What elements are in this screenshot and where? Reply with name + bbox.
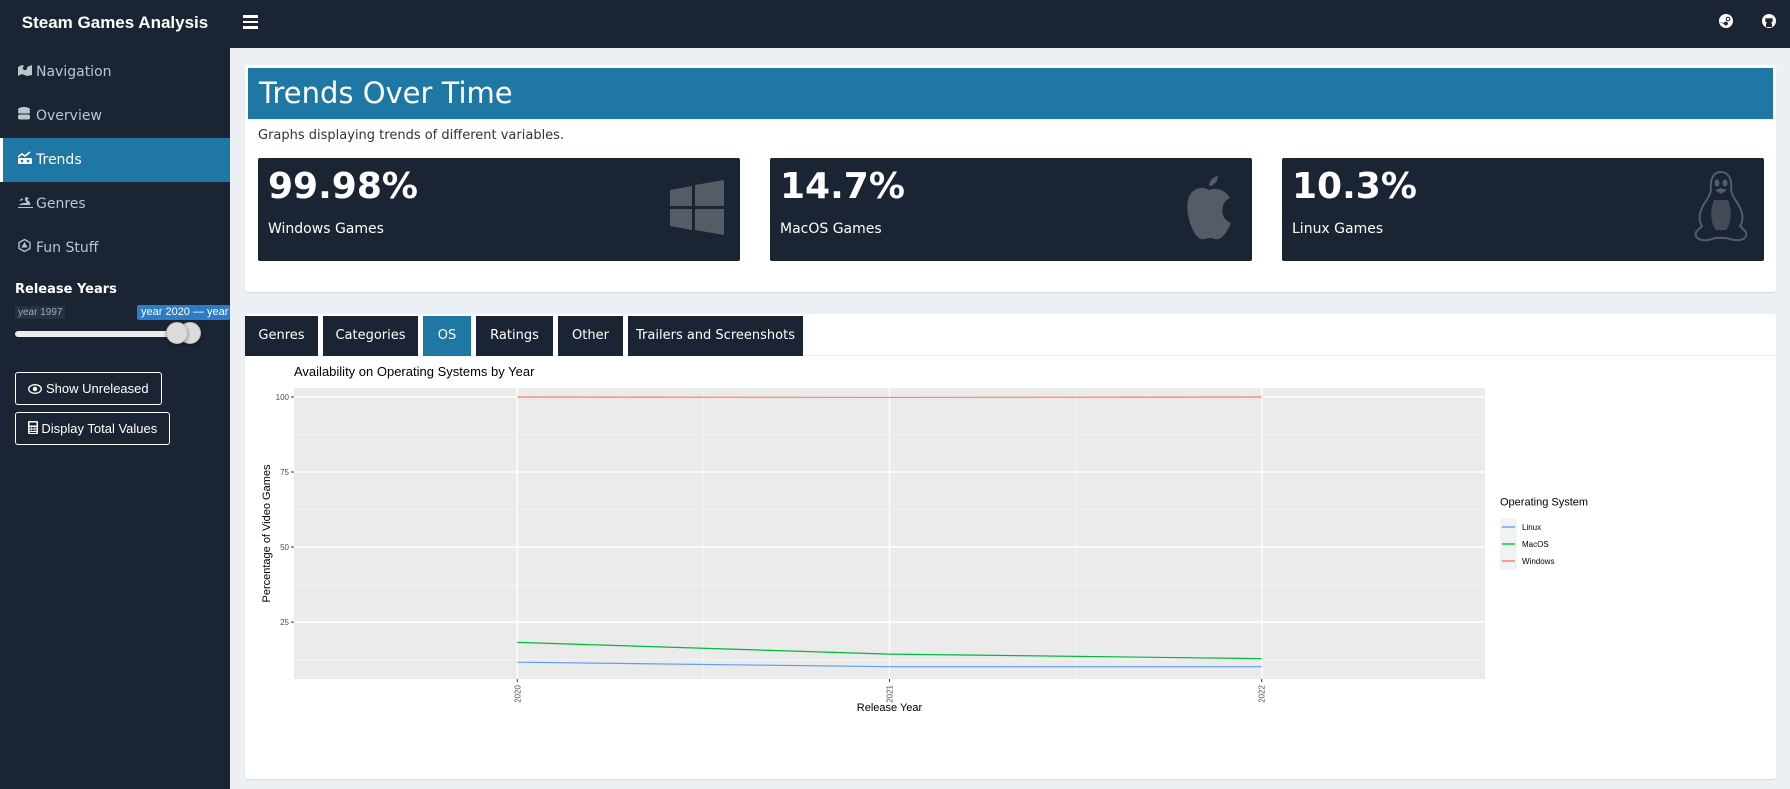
eye-icon — [28, 384, 43, 394]
sidebar-item-label: Overview — [36, 108, 102, 124]
tab-other[interactable]: Other — [558, 316, 623, 356]
x-tick-label: 2021 — [886, 684, 895, 702]
slider-handle-from[interactable] — [166, 322, 188, 344]
slider-min-label: year 1997 — [15, 306, 66, 319]
value-box-value: 14.7% — [780, 166, 905, 207]
sidebar-item-label: Fun Stuff — [36, 240, 99, 256]
sidebar-item-label: Genres — [36, 196, 86, 212]
show-unreleased-button[interactable]: Show Unreleased — [15, 372, 162, 405]
value-box-label: Linux Games — [1292, 221, 1384, 237]
legend-label: MacOS — [1522, 540, 1549, 549]
value-box-value: 99.98% — [268, 166, 418, 207]
value-box-windows: 99.98% Windows Games — [258, 158, 740, 261]
y-axis-ticks: 25 50 75 100 — [276, 393, 294, 627]
legend-label: Linux — [1522, 523, 1541, 532]
y-tick-label: 100 — [276, 393, 290, 402]
sidebar-item-genres[interactable]: Genres — [0, 182, 230, 226]
os-availability-chart: Availability on Operating Systems by Yea… — [261, 364, 1588, 714]
value-box-value: 10.3% — [1292, 166, 1417, 207]
x-tick-label: 2020 — [513, 684, 522, 702]
chart-area-icon — [17, 138, 33, 182]
app-title: Steam Games Analysis — [21, 13, 209, 32]
sidebar-item-label: Navigation — [36, 64, 112, 80]
chart-title: Availability on Operating Systems by Yea… — [294, 364, 535, 379]
x-axis-ticks: 2020 2021 2022 — [513, 679, 1267, 703]
legend-label: Windows — [1522, 557, 1554, 566]
display-total-values-button[interactable]: Display Total Values — [15, 412, 170, 445]
sidebar-menu: Navigation Overview Trends Genres Fun St… — [0, 50, 230, 270]
y-tick-label: 25 — [280, 618, 289, 627]
release-years-label: Release Years — [15, 282, 117, 297]
sidebar-toggle-button[interactable] — [243, 15, 258, 29]
sidebar-item-overview[interactable]: Overview — [0, 94, 230, 138]
sidebar: Navigation Overview Trends Genres Fun St… — [0, 48, 230, 789]
y-tick-label: 75 — [280, 468, 289, 477]
sidebar-item-fun-stuff[interactable]: Fun Stuff — [0, 226, 230, 270]
sidebar-item-trends[interactable]: Trends — [0, 138, 230, 182]
tab-trailers-and-screenshots[interactable]: Trailers and Screenshots — [628, 316, 803, 356]
trends-box: Trends Over Time Graphs displaying trend… — [245, 65, 1776, 292]
steam-icon[interactable] — [1718, 13, 1734, 29]
windows-icon — [670, 180, 724, 235]
tab-genres[interactable]: Genres — [245, 316, 318, 356]
sidebar-item-navigation[interactable]: Navigation — [0, 50, 230, 94]
map-icon — [18, 50, 33, 94]
dice-icon — [18, 226, 33, 270]
linux-icon — [1694, 170, 1748, 242]
value-box-linux: 10.3% Linux Games — [1282, 158, 1764, 261]
show-unreleased-label: Show Unreleased — [46, 381, 149, 396]
database-icon — [18, 94, 33, 138]
tab-os[interactable]: OS — [423, 316, 471, 356]
tab-ratings[interactable]: Ratings — [476, 316, 553, 356]
main-content: Trends Over Time Graphs displaying trend… — [230, 48, 1790, 789]
x-tick-label: 2022 — [1258, 684, 1267, 702]
chart-box: Genres Categories OS Ratings Other Trail… — [245, 314, 1776, 779]
page-title: Trends Over Time — [248, 68, 1773, 119]
display-total-values-label: Display Total Values — [41, 421, 158, 436]
chart-legend: Operating System Linux MacOS Windows — [1500, 497, 1588, 570]
chart-tabs: Genres Categories OS Ratings Other Trail… — [245, 316, 1776, 356]
apple-icon — [1187, 176, 1231, 240]
calculator-icon — [27, 421, 38, 434]
github-icon[interactable] — [1761, 13, 1777, 29]
y-tick-label: 50 — [280, 543, 289, 552]
top-navbar: Steam Games Analysis — [0, 0, 1790, 48]
page-description: Graphs displaying trends of different va… — [258, 128, 565, 143]
x-axis-label: Release Year — [857, 702, 923, 714]
dragon-icon — [18, 182, 33, 226]
y-axis-label: Percentage of Video Games — [261, 464, 273, 602]
value-box-label: Windows Games — [268, 221, 384, 237]
value-box-macos: 14.7% MacOS Games — [770, 158, 1252, 261]
legend-title: Operating System — [1500, 497, 1588, 509]
slider-range-label: year 2020 — year 2022 — [137, 305, 230, 320]
tab-categories[interactable]: Categories — [323, 316, 418, 356]
sidebar-item-label: Trends — [36, 152, 82, 168]
value-box-label: MacOS Games — [780, 221, 882, 237]
